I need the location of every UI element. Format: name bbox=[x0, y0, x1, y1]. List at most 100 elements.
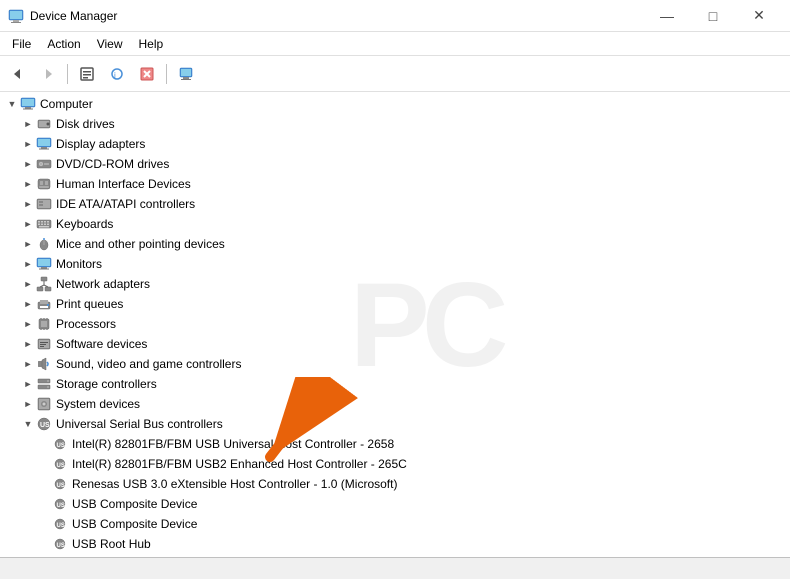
svg-text:USB: USB bbox=[57, 443, 69, 449]
expand-monitors[interactable]: ► bbox=[20, 256, 36, 272]
tree-item-storage[interactable]: ► Storage controllers bbox=[0, 374, 790, 394]
title-bar: Device Manager — □ ✕ bbox=[0, 0, 790, 32]
tree-item-usb[interactable]: ▼ USB Universal Serial Bus controllers bbox=[0, 414, 790, 434]
tree-area[interactable]: ▼ Computer ► Disk drives bbox=[0, 92, 790, 557]
properties-button[interactable] bbox=[73, 61, 101, 87]
properties-icon bbox=[79, 66, 95, 82]
tree-item-usb-intel1[interactable]: USB Intel(R) 82801FB/FBM USB Universal H… bbox=[0, 434, 790, 454]
expand-mice[interactable]: ► bbox=[20, 236, 36, 252]
sound-icon bbox=[36, 356, 52, 372]
svg-text:USB: USB bbox=[57, 503, 69, 509]
expand-ide[interactable]: ► bbox=[20, 196, 36, 212]
processors-label: Processors bbox=[56, 317, 116, 331]
expand-usb[interactable]: ▼ bbox=[20, 416, 36, 432]
tree-item-computer[interactable]: ▼ Computer bbox=[0, 94, 790, 114]
tree-item-system[interactable]: ► System devices bbox=[0, 394, 790, 414]
usb-root1-label: USB Root Hub bbox=[72, 537, 151, 551]
svg-text:USB: USB bbox=[57, 483, 69, 489]
uninstall-button[interactable] bbox=[133, 61, 161, 87]
usb-icon: USB bbox=[36, 416, 52, 432]
expand-sound[interactable]: ► bbox=[20, 356, 36, 372]
software-icon bbox=[36, 336, 52, 352]
keyboard-icon bbox=[36, 216, 52, 232]
app-icon bbox=[8, 8, 24, 24]
mice-label: Mice and other pointing devices bbox=[56, 237, 225, 251]
expand-display[interactable]: ► bbox=[20, 136, 36, 152]
usb-dev-icon-4: USB bbox=[52, 496, 68, 512]
monitors-label: Monitors bbox=[56, 257, 102, 271]
svg-text:USB: USB bbox=[40, 422, 52, 429]
tree-item-mice[interactable]: ► Mice and other pointing devices bbox=[0, 234, 790, 254]
hid-label: Human Interface Devices bbox=[56, 177, 191, 191]
tree-item-sound[interactable]: ► Sound, video and game controllers bbox=[0, 354, 790, 374]
hid-icon bbox=[36, 176, 52, 192]
system-devices-label: System devices bbox=[56, 397, 140, 411]
tree-item-print[interactable]: ► Print queues bbox=[0, 294, 790, 314]
menu-file[interactable]: File bbox=[4, 35, 39, 53]
expand-dvd[interactable]: ► bbox=[20, 156, 36, 172]
tree-item-dvd[interactable]: ► DVD/CD-ROM drives bbox=[0, 154, 790, 174]
tree-item-display-adapters[interactable]: ► Display adapters bbox=[0, 134, 790, 154]
expand-computer[interactable]: ▼ bbox=[4, 96, 20, 112]
back-icon bbox=[10, 66, 26, 82]
expand-processors[interactable]: ► bbox=[20, 316, 36, 332]
usb-renesas-label: Renesas USB 3.0 eXtensible Host Controll… bbox=[72, 477, 397, 491]
close-button[interactable]: ✕ bbox=[736, 1, 782, 31]
tree-item-usb-root2[interactable]: USB USB Root Hub bbox=[0, 554, 790, 557]
tree-item-keyboards[interactable]: ► Keyboards bbox=[0, 214, 790, 234]
tree-item-software[interactable]: ► Software devices bbox=[0, 334, 790, 354]
minimize-button[interactable]: — bbox=[644, 1, 690, 31]
forward-button[interactable] bbox=[34, 61, 62, 87]
mouse-icon bbox=[36, 236, 52, 252]
tree-item-usb-composite2[interactable]: USB USB Composite Device bbox=[0, 514, 790, 534]
scan-icon bbox=[178, 66, 194, 82]
expand-print[interactable]: ► bbox=[20, 296, 36, 312]
disk-drives-label: Disk drives bbox=[56, 117, 115, 131]
tree-item-hid[interactable]: ► Human Interface Devices bbox=[0, 174, 790, 194]
usb-composite1-label: USB Composite Device bbox=[72, 497, 197, 511]
expand-keyboards[interactable]: ► bbox=[20, 216, 36, 232]
status-bar bbox=[0, 557, 790, 579]
storage-label: Storage controllers bbox=[56, 377, 157, 391]
expand-system[interactable]: ► bbox=[20, 396, 36, 412]
tree-item-usb-root1[interactable]: USB USB Root Hub bbox=[0, 534, 790, 554]
usb-intel1-label: Intel(R) 82801FB/FBM USB Universal Host … bbox=[72, 437, 394, 451]
svg-text:i: i bbox=[114, 71, 116, 80]
tree-item-ide[interactable]: ► IDE ATA/ATAPI controllers bbox=[0, 194, 790, 214]
tree-item-usb-renesas[interactable]: USB Renesas USB 3.0 eXtensible Host Cont… bbox=[0, 474, 790, 494]
expand-storage[interactable]: ► bbox=[20, 376, 36, 392]
tree-item-usb-intel2[interactable]: USB Intel(R) 82801FB/FBM USB2 Enhanced H… bbox=[0, 454, 790, 474]
expand-network[interactable]: ► bbox=[20, 276, 36, 292]
usb-intel2-label: Intel(R) 82801FB/FBM USB2 Enhanced Host … bbox=[72, 457, 407, 471]
print-queues-label: Print queues bbox=[56, 297, 123, 311]
maximize-button[interactable]: □ bbox=[690, 1, 736, 31]
scan-button[interactable] bbox=[172, 61, 200, 87]
keyboards-label: Keyboards bbox=[56, 217, 113, 231]
tree-item-network[interactable]: ► Network adapters bbox=[0, 274, 790, 294]
ide-label: IDE ATA/ATAPI controllers bbox=[56, 197, 195, 211]
storage-icon bbox=[36, 376, 52, 392]
usb-composite2-label: USB Composite Device bbox=[72, 517, 197, 531]
display-adapters-label: Display adapters bbox=[56, 137, 145, 151]
computer-label: Computer bbox=[40, 97, 93, 111]
svg-text:USB: USB bbox=[57, 523, 69, 529]
update-driver-icon: i bbox=[109, 66, 125, 82]
tree-item-disk-drives[interactable]: ► Disk drives bbox=[0, 114, 790, 134]
sound-label: Sound, video and game controllers bbox=[56, 357, 241, 371]
tree-item-monitors[interactable]: ► Monitors bbox=[0, 254, 790, 274]
toolbar-separator-1 bbox=[67, 64, 68, 84]
tree-item-processors[interactable]: ► Processors bbox=[0, 314, 790, 334]
menu-view[interactable]: View bbox=[89, 35, 131, 53]
usb-dev-icon-3: USB bbox=[52, 476, 68, 492]
expand-disk[interactable]: ► bbox=[20, 116, 36, 132]
expand-software[interactable]: ► bbox=[20, 336, 36, 352]
menu-action[interactable]: Action bbox=[39, 35, 88, 53]
dvd-label: DVD/CD-ROM drives bbox=[56, 157, 169, 171]
expand-hid[interactable]: ► bbox=[20, 176, 36, 192]
back-button[interactable] bbox=[4, 61, 32, 87]
update-driver-button[interactable]: i bbox=[103, 61, 131, 87]
menu-help[interactable]: Help bbox=[131, 35, 172, 53]
usb-dev-icon-2: USB bbox=[52, 456, 68, 472]
usb-label: Universal Serial Bus controllers bbox=[56, 417, 223, 431]
tree-item-usb-composite1[interactable]: USB USB Composite Device bbox=[0, 494, 790, 514]
